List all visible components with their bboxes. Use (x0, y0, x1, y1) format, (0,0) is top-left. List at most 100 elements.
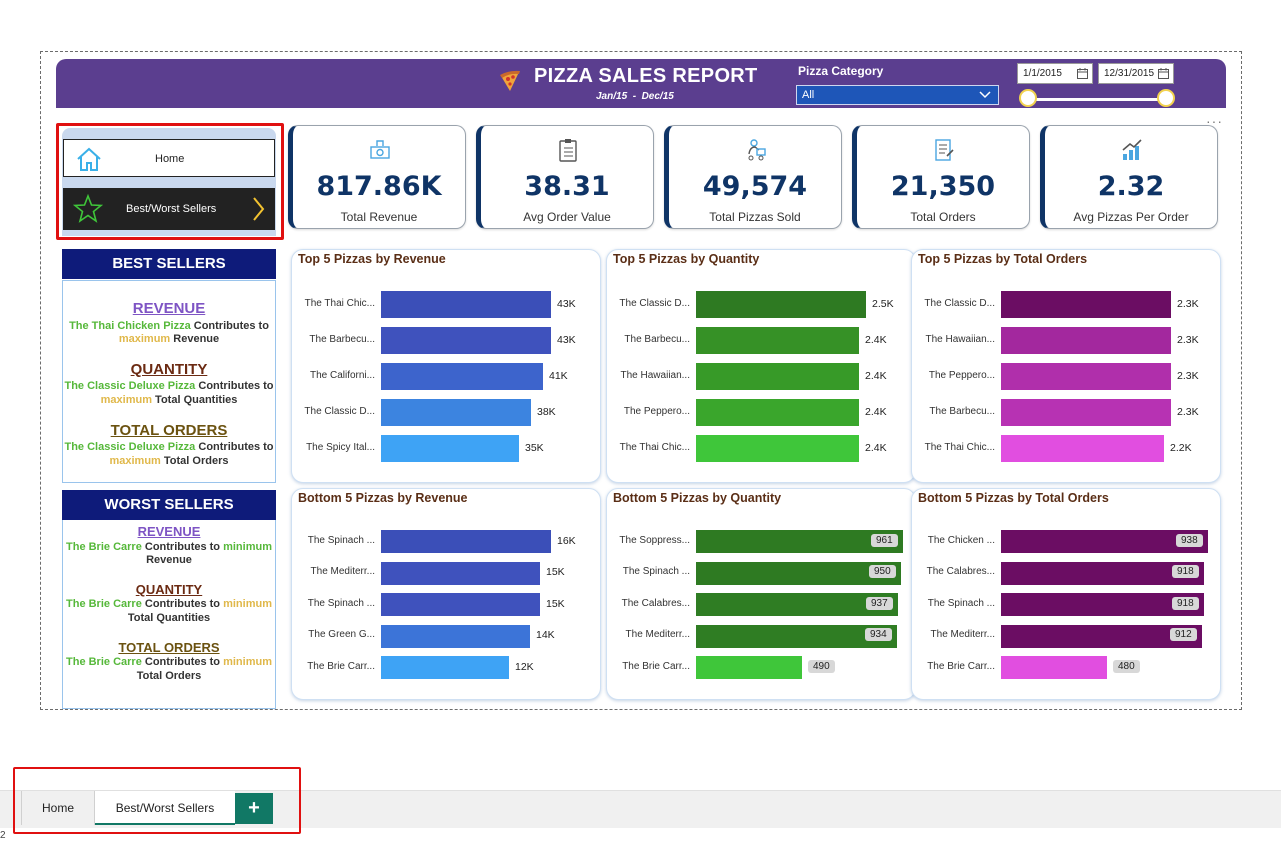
bar[interactable] (1001, 291, 1171, 318)
bar-category-label: The Thai Chic... (619, 441, 690, 453)
bar-category-label: The Classic D... (619, 297, 690, 309)
bar-value-label: 43K (557, 333, 576, 346)
chart-title: Top 5 Pizzas by Quantity (613, 252, 760, 266)
bar-value-label: 2.4K (865, 333, 887, 346)
calendar-icon[interactable] (1077, 68, 1088, 79)
bar[interactable] (381, 656, 509, 679)
title-block: PIZZA SALES REPORT Jan/15 - Dec/15 (497, 64, 757, 108)
bar-category-label: The Hawaiian... (925, 333, 995, 345)
chart-top-revenue: Top 5 Pizzas by Revenue The Thai Chic...… (291, 249, 601, 483)
kpi-label: Avg Pizzas Per Order (1073, 210, 1189, 224)
date-slider-start-handle[interactable] (1019, 89, 1037, 107)
bar-category-label: The Thai Chic... (304, 297, 375, 309)
bar-category-label: The Spinach ... (927, 597, 995, 609)
kpi-value: 38.31 (524, 171, 610, 202)
best-revenue-line2: maximum Revenue (118, 333, 220, 345)
bar[interactable] (696, 656, 802, 679)
bar[interactable] (696, 327, 859, 354)
bar-value-label: 2.5K (872, 297, 894, 310)
bar[interactable] (1001, 399, 1171, 426)
chart-title: Bottom 5 Pizzas by Quantity (613, 491, 782, 505)
kpi-value: 21,350 (890, 171, 996, 202)
bar[interactable] (381, 291, 551, 318)
bar[interactable] (381, 624, 530, 648)
growth-chart-icon (1122, 139, 1142, 160)
bar-category-label: The Hawaiian... (620, 369, 690, 381)
chart-top-orders: Top 5 Pizzas by Total Orders The Classic… (911, 249, 1221, 483)
bar-category-label: The Green G... (308, 629, 375, 640)
best-quantity-line1: The Classic Deluxe Pizza Contributes to (64, 380, 274, 392)
bar-category-label: The Spicy Ital... (306, 441, 375, 453)
bar-value-label: 2.3K (1177, 297, 1199, 310)
bar-value-label: 2.4K (865, 369, 887, 382)
worst-revenue-line2: Revenue (146, 554, 192, 566)
bar[interactable] (1001, 363, 1171, 390)
bar[interactable] (696, 435, 859, 462)
bar-category-label: The Mediterr... (310, 566, 375, 577)
bar-category-label: The Calabres... (621, 597, 690, 609)
bar[interactable] (1001, 656, 1107, 679)
bar-value-label: 937 (866, 596, 893, 610)
page-number: 2 (0, 830, 6, 841)
bar-value-label: 2.4K (865, 405, 887, 418)
bar-value-label: 35K (525, 441, 544, 454)
bar-value-label: 961 (871, 533, 898, 547)
worst-quantity-title: QUANTITY (135, 582, 203, 597)
bar-value-label: 490 (808, 659, 835, 673)
chart-title: Top 5 Pizzas by Revenue (298, 252, 446, 266)
chart-bottom-orders: Bottom 5 Pizzas by Total Orders The Chic… (911, 488, 1221, 700)
end-date-input[interactable]: 12/31/2015 (1098, 63, 1174, 84)
bar[interactable] (1001, 435, 1164, 462)
start-date-input[interactable]: 1/1/2015 (1017, 63, 1093, 84)
bar[interactable] (381, 363, 543, 390)
worst-orders-line2: Total Orders (136, 670, 202, 682)
bar[interactable] (696, 399, 859, 426)
bar[interactable] (696, 363, 859, 390)
more-options-icon[interactable]: ··· (1206, 113, 1223, 129)
kpi-label: Avg Order Value (523, 210, 611, 224)
best-sellers-heading: BEST SELLERS (62, 249, 276, 279)
date-slider-end-handle[interactable] (1157, 89, 1175, 107)
best-revenue-line1: The Thai Chicken Pizza Contributes to (69, 320, 269, 332)
tab-highlight-box (13, 767, 301, 834)
bar[interactable] (381, 399, 531, 426)
start-date-value: 1/1/2015 (1023, 68, 1062, 79)
best-orders-title: TOTAL ORDERS (110, 422, 228, 439)
bar-value-label: 934 (865, 628, 892, 641)
best-orders-line2: maximum Total Orders (109, 455, 229, 467)
bar[interactable] (381, 327, 551, 354)
bar[interactable] (381, 530, 551, 553)
kpi-value: 817.86K (316, 171, 442, 202)
worst-revenue-line1: The Brie Carre Contributes to minimum (66, 541, 272, 553)
pizza-category-value: All (802, 89, 815, 101)
bar-category-label: The Brie Carr... (307, 660, 375, 672)
bar-category-label: The Brie Carr... (622, 660, 690, 672)
bar[interactable] (1001, 327, 1171, 354)
date-slider-track[interactable] (1028, 98, 1166, 101)
calendar-icon[interactable] (1158, 68, 1169, 79)
bar-value-label: 480 (1113, 659, 1140, 673)
pizza-icon (500, 70, 520, 91)
best-quantity-title: QUANTITY (130, 361, 208, 378)
bar-value-label: 2.2K (1170, 441, 1192, 454)
bar-value-label: 2.4K (865, 441, 887, 454)
pizza-category-dropdown[interactable]: All (796, 85, 999, 105)
bar-category-label: The Calabres... (926, 566, 995, 577)
worst-sellers-heading: WORST SELLERS (62, 490, 276, 520)
bar-value-label: 912 (1170, 628, 1197, 641)
kpi-value: 2.32 (1097, 171, 1165, 202)
bar-category-label: The Spinach ... (307, 597, 375, 609)
bar[interactable] (381, 593, 540, 616)
kpi-label: Total Pizzas Sold (709, 210, 801, 224)
chart-bottom-revenue: Bottom 5 Pizzas by Revenue The Spinach .… (291, 488, 601, 700)
bar[interactable] (696, 291, 866, 318)
bar[interactable] (381, 561, 540, 585)
bar-category-label: The Classic D... (924, 297, 995, 309)
bar-value-label: 14K (536, 629, 555, 641)
bar-value-label: 918 (1172, 565, 1199, 578)
kpi-card-total-revenue: 817.86K Total Revenue (288, 125, 466, 229)
bar[interactable] (381, 435, 519, 462)
kpi-card-total-orders: 21,350 Total Orders (852, 125, 1030, 229)
bar-value-label: 950 (869, 565, 896, 578)
nav-highlight-box (56, 123, 284, 240)
